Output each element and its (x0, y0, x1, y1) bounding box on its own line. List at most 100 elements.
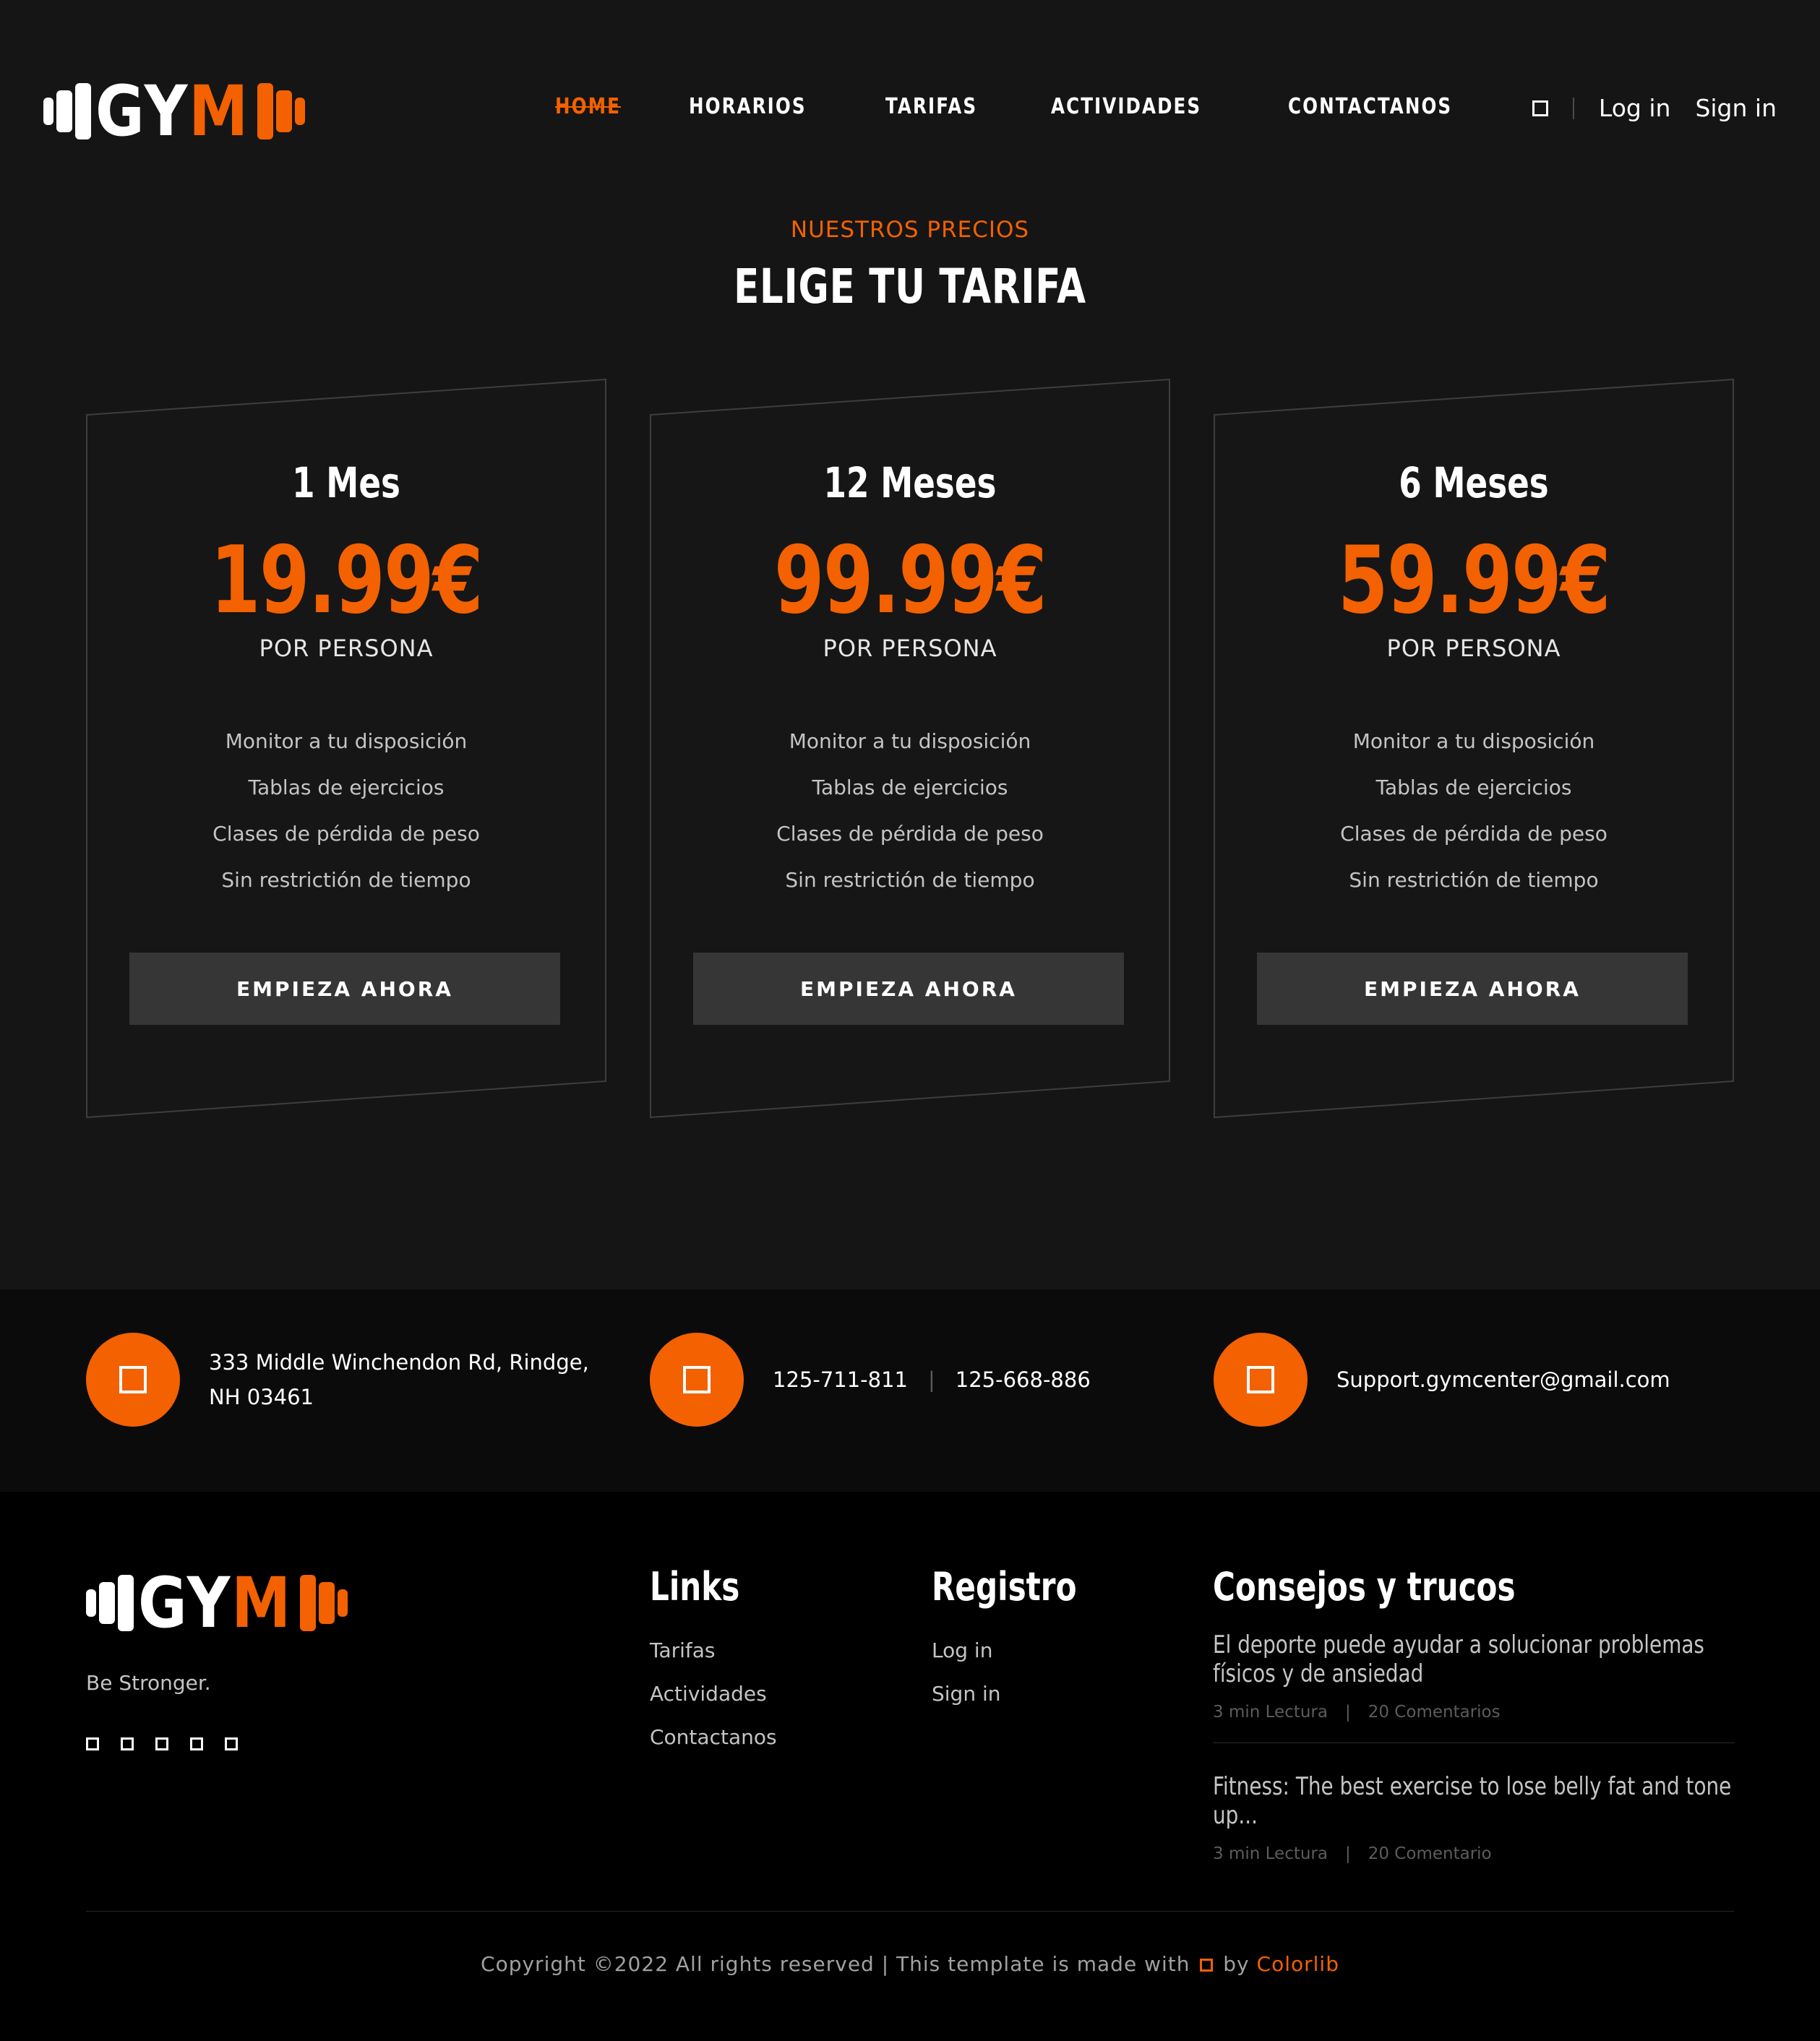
start-button[interactable]: EMPIEZA AHORA (129, 953, 560, 1025)
feature-list: Monitor a tu disposición Tablas de ejerc… (1214, 718, 1734, 903)
logo-text-white: GY (138, 1563, 232, 1643)
address-line1: 333 Middle Winchendon Rd, Rindge, (209, 1350, 589, 1375)
logo-text-white: GY (95, 71, 189, 152)
copyright: Copyright ©2022 All rights reserved | Th… (0, 1952, 1820, 1976)
copyright-text: Copyright ©2022 All rights reserved | Th… (481, 1952, 1190, 1976)
feature-item: Monitor a tu disposición (789, 729, 1031, 753)
tips-title: Consejos y trucos (1213, 1564, 1516, 1610)
email-icon (1214, 1333, 1308, 1427)
feature-item: Monitor a tu disposición (1352, 729, 1595, 753)
pricing-card: 1 Mes 19.99€ POR PERSONA Monitor a tu di… (86, 379, 606, 1119)
links-title: Links (650, 1564, 740, 1610)
tip-comments: 20 Comentario (1368, 1844, 1492, 1863)
feature-item: Clases de pérdida de peso (1340, 822, 1607, 846)
footer-tagline: Be Stronger. (86, 1671, 211, 1695)
feature-list: Monitor a tu disposición Tablas de ejerc… (650, 718, 1170, 903)
plan-name: 6 Meses (1399, 458, 1549, 507)
dumbbell-left-icon (43, 83, 91, 139)
twitter-icon[interactable] (121, 1737, 134, 1750)
dumbbell-right-icon (300, 1575, 348, 1631)
footer-link-contactanos[interactable]: Contactanos (650, 1716, 777, 1759)
pricing-card: 12 Meses 99.99€ POR PERSONA Monitor a tu… (650, 379, 1170, 1119)
colorlib-link[interactable]: Colorlib (1257, 1952, 1339, 1976)
envelope-icon[interactable] (225, 1737, 238, 1750)
plan-per: POR PERSONA (1386, 635, 1561, 662)
facebook-icon[interactable] (86, 1737, 99, 1750)
youtube-icon[interactable] (155, 1737, 168, 1750)
dumbbell-left-icon (86, 1575, 134, 1631)
phone-icon (650, 1333, 744, 1427)
feature-item: Sin restrictión de tiempo (785, 868, 1035, 892)
address-line2: NH 03461 (209, 1385, 314, 1409)
feature-item: Tablas de ejercicios (248, 775, 445, 799)
feature-item: Tablas de ejercicios (812, 775, 1008, 799)
logo-text-orange: M (231, 1563, 293, 1643)
footer-logo[interactable]: GY M (86, 1563, 348, 1643)
nav-contactanos[interactable]: CONTACTANOS (1288, 94, 1452, 119)
login-link[interactable]: Log in (1599, 94, 1671, 122)
heart-icon (1200, 1959, 1214, 1972)
feature-item: Sin restrictión de tiempo (1349, 868, 1599, 892)
footer-link-actividades[interactable]: Actividades (650, 1672, 777, 1716)
pricing-title: ELIGE TU TARIFA (734, 259, 1086, 314)
copyright-by: by (1223, 1952, 1250, 1976)
header-divider (1572, 97, 1574, 119)
registro-title: Registro (932, 1564, 1077, 1610)
plan-name: 1 Mes (292, 458, 400, 507)
tip-read-time: 3 min Lectura (1213, 1844, 1328, 1863)
plan-price: 59.99€ (1338, 527, 1610, 635)
plan-per: POR PERSONA (823, 635, 997, 662)
plan-price: 19.99€ (210, 527, 483, 635)
contact-address: 333 Middle Winchendon Rd, Rindge, NH 034… (86, 1333, 589, 1427)
tip-meta-separator: | (1344, 1703, 1351, 1722)
main-nav: HOME HORARIOS TARIFAS ACTIVIDADES CONTAC… (555, 94, 1488, 119)
tip-read-time: 3 min Lectura (1213, 1703, 1328, 1722)
footer-link-login[interactable]: Log in (932, 1629, 1001, 1672)
nav-home[interactable]: HOME (555, 94, 621, 119)
plan-name: 12 Meses (823, 458, 997, 507)
plan-per: POR PERSONA (259, 635, 434, 662)
feature-item: Clases de pérdida de peso (776, 822, 1044, 846)
nav-actividades[interactable]: ACTIVIDADES (1051, 94, 1201, 119)
feature-item: Sin restrictión de tiempo (221, 868, 471, 892)
pricing-card: 6 Meses 59.99€ POR PERSONA Monitor a tu … (1214, 379, 1734, 1119)
tip-item[interactable]: Fitness: The best exercise to lose belly… (1213, 1772, 1735, 1863)
logo[interactable]: GY M (43, 71, 305, 152)
links-list: Tarifas Actividades Contactanos (650, 1629, 777, 1759)
registro-list: Log in Sign in (932, 1629, 1001, 1716)
search-icon[interactable] (1532, 100, 1548, 116)
footer: GY M Be Stronger. Links Tarifas Actividad… (0, 1492, 1820, 2041)
phone-number[interactable]: 125-711-811 (773, 1367, 908, 1392)
tip-meta: 3 min Lectura | 20 Comentario (1213, 1844, 1735, 1863)
nav-horarios[interactable]: HORARIOS (689, 94, 807, 119)
plan-price: 99.99€ (774, 527, 1047, 635)
tip-item[interactable]: El deporte puede ayudar a solucionar pro… (1213, 1630, 1735, 1722)
tip-title[interactable]: El deporte puede ayudar a solucionar pro… (1213, 1630, 1735, 1688)
tip-meta: 3 min Lectura | 20 Comentarios (1213, 1703, 1735, 1722)
phone-separator: | (928, 1367, 935, 1392)
dumbbell-right-icon (257, 83, 305, 139)
tip-comments: 20 Comentarios (1368, 1703, 1501, 1722)
tip-meta-separator: | (1344, 1844, 1351, 1863)
feature-item: Monitor a tu disposición (225, 729, 468, 753)
tip-title[interactable]: Fitness: The best exercise to lose belly… (1213, 1772, 1735, 1830)
feature-item: Clases de pérdida de peso (213, 822, 480, 846)
phone-number[interactable]: 125-668-886 (956, 1367, 1091, 1392)
start-button[interactable]: EMPIEZA AHORA (1257, 953, 1688, 1025)
nav-tarifas[interactable]: TARIFAS (885, 94, 977, 119)
pricing-subtitle: NUESTROS PRECIOS (790, 217, 1030, 243)
footer-link-signin[interactable]: Sign in (932, 1672, 1001, 1716)
instagram-icon[interactable] (190, 1737, 203, 1750)
footer-link-tarifas[interactable]: Tarifas (650, 1629, 777, 1672)
contact-strip: 333 Middle Winchendon Rd, Rindge, NH 034… (0, 1289, 1820, 1492)
feature-item: Tablas de ejercicios (1375, 775, 1572, 799)
signin-link[interactable]: Sign in (1695, 94, 1777, 122)
location-icon (86, 1333, 180, 1427)
contact-email: Support.gymcenter@gmail.com (1214, 1333, 1670, 1427)
social-links (86, 1737, 238, 1750)
header: GY M HOME HORARIOS TARIFAS ACTIVIDADES CO… (0, 0, 1820, 217)
email-address[interactable]: Support.gymcenter@gmail.com (1336, 1367, 1670, 1392)
logo-text-orange: M (189, 71, 250, 152)
start-button[interactable]: EMPIEZA AHORA (693, 953, 1124, 1025)
contact-phone: 125-711-811 | 125-668-886 (650, 1333, 1091, 1427)
